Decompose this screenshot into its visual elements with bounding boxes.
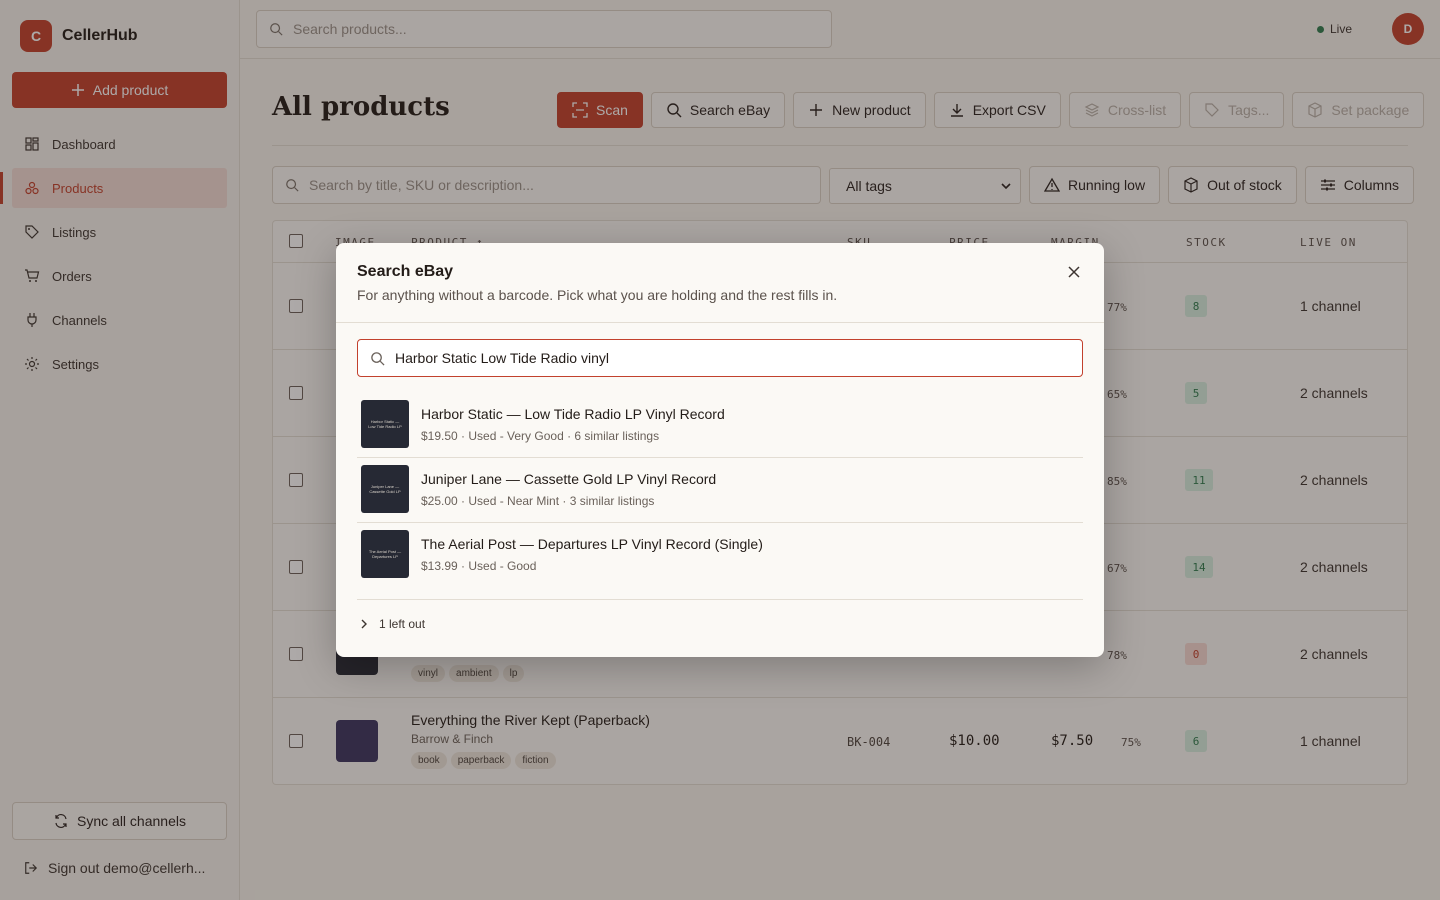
result-meta: $19.50 · Used - Very Good · 6 similar li…: [421, 429, 660, 443]
result-title: Harbor Static — Low Tide Radio LP Vinyl …: [421, 406, 725, 422]
result-meta: $13.99 · Used - Good: [421, 559, 537, 573]
close-icon[interactable]: [1066, 264, 1082, 280]
result-meta: $25.00 · Used - Near Mint · 3 similar li…: [421, 494, 655, 508]
dialog-title: Search eBay: [357, 263, 454, 280]
results-divider: [357, 599, 1083, 600]
search-result-item[interactable]: Juniper Lane — Cassette Gold LP Juniper …: [357, 458, 1083, 523]
search-result-item[interactable]: Harbor Static — Low Tide Radio LP Harbor…: [357, 393, 1083, 458]
result-thumbnail-text: Juniper Lane — Cassette Gold LP: [369, 484, 401, 494]
search-result-item[interactable]: The Aerial Post — Departures LP The Aeri…: [357, 523, 1083, 588]
result-thumbnail: Juniper Lane — Cassette Gold LP: [361, 465, 409, 513]
dialog-description: For anything without a barcode. Pick wha…: [357, 287, 838, 303]
search-icon: [371, 351, 385, 366]
chevron-right-icon: [361, 619, 367, 629]
result-thumbnail: Harbor Static — Low Tide Radio LP: [361, 400, 409, 448]
result-thumbnail-text: The Aerial Post — Departures LP: [368, 549, 402, 559]
result-title: Juniper Lane — Cassette Gold LP Vinyl Re…: [421, 471, 717, 487]
ebay-search-input[interactable]: Harbor Static Low Tide Radio vinyl: [357, 339, 1083, 377]
left-out-label: 1 left out: [379, 617, 426, 631]
result-thumbnail: The Aerial Post — Departures LP: [361, 530, 409, 578]
left-out-toggle[interactable]: 1 left out: [359, 617, 425, 631]
result-thumbnail-text: Harbor Static — Low Tide Radio LP: [368, 419, 402, 429]
search-ebay-dialog: Search eBay For anything without a barco…: [336, 243, 1104, 657]
ebay-search-value: Harbor Static Low Tide Radio vinyl: [395, 350, 609, 366]
dialog-divider: [336, 322, 1104, 323]
result-title: The Aerial Post — Departures LP Vinyl Re…: [421, 536, 763, 552]
